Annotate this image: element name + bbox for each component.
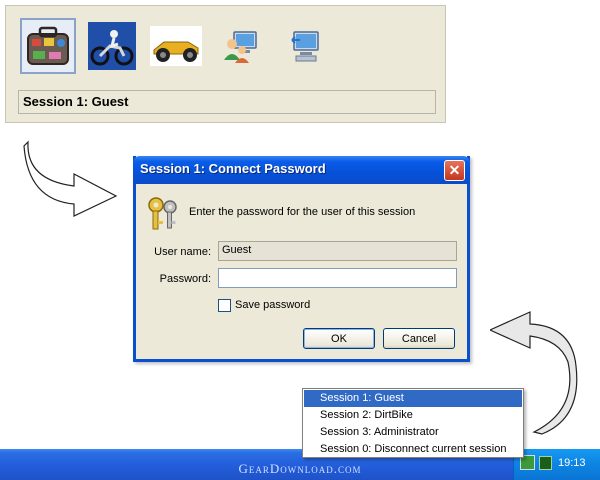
racecar-avatar[interactable]	[148, 18, 204, 74]
close-icon: ✕	[448, 162, 461, 178]
menu-item-session-2[interactable]: Session 2: DirtBike	[304, 407, 522, 424]
ok-button[interactable]: OK	[303, 328, 375, 349]
keys-icon	[148, 197, 177, 230]
menu-item-session-1[interactable]: Session 1: Guest	[304, 390, 522, 407]
clock: 19:13	[558, 457, 586, 469]
users-computer-icon[interactable]	[212, 18, 268, 74]
password-field[interactable]	[218, 268, 457, 288]
cancel-button[interactable]: Cancel	[383, 328, 455, 349]
curved-arrow-right-icon	[23, 140, 118, 217]
suitcase-avatar[interactable]	[20, 18, 76, 74]
username-field: Guest	[218, 241, 457, 261]
status-tray-icon[interactable]	[539, 456, 552, 470]
computer-disconnect-icon[interactable]	[276, 18, 332, 74]
username-label: User name:	[154, 246, 211, 258]
dirtbike-avatar[interactable]	[84, 18, 140, 74]
save-password-label[interactable]: Save password	[235, 299, 310, 311]
close-button[interactable]: ✕	[444, 160, 465, 181]
menu-item-disconnect[interactable]: Session 0: Disconnect current session	[304, 441, 522, 458]
dialog-titlebar[interactable]: Session 1: Connect Password ✕	[133, 156, 470, 184]
connect-password-dialog: Session 1: Connect Password ✕ Enter the …	[133, 156, 470, 362]
watermark-text: GearDownload.com	[238, 461, 362, 476]
avatar-row	[20, 18, 332, 74]
session-menu: Session 1: Guest Session 2: DirtBike Ses…	[302, 388, 524, 458]
current-session-label: Session 1: Guest	[18, 90, 436, 114]
user-picker-panel: Session 1: Guest	[5, 5, 446, 123]
dialog-prompt: Enter the password for the user of this …	[189, 206, 416, 218]
dialog-title: Session 1: Connect Password	[140, 161, 326, 176]
system-tray: 19:13	[513, 449, 600, 480]
password-label: Password:	[159, 273, 211, 285]
menu-item-session-3[interactable]: Session 3: Administrator	[304, 424, 522, 441]
save-password-checkbox[interactable]	[218, 299, 231, 312]
